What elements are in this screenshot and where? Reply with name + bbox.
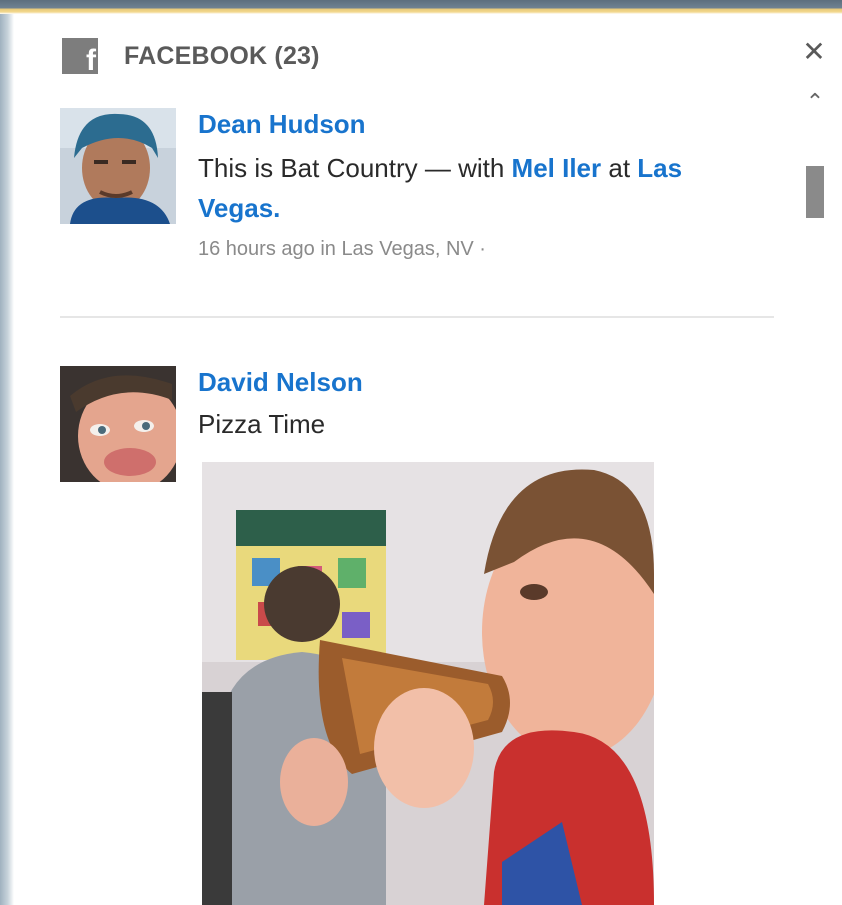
close-button[interactable]: ✕ (800, 38, 828, 66)
mention-link[interactable]: Mel Iler (512, 153, 602, 183)
scrollbar-thumb[interactable] (806, 166, 824, 218)
post-content: Dean Hudson This is Bat Country — with M… (198, 108, 718, 261)
post-photo[interactable] (202, 462, 654, 905)
panel-title: FACEBOOK (23) (124, 41, 320, 70)
panel-header: f FACEBOOK (23) (62, 36, 320, 76)
post-text: This is Bat Country — with Mel Iler at L… (198, 153, 683, 223)
post-divider (60, 316, 774, 318)
post-text: Pizza Time (198, 409, 326, 439)
post-content: David Nelson Pizza Time (198, 366, 718, 444)
post-author[interactable]: David Nelson (198, 366, 718, 398)
post-author[interactable]: Dean Hudson (198, 108, 718, 140)
window-top-edge (0, 0, 842, 14)
facebook-notification-panel: f FACEBOOK (23) ✕ ⌃ Dean Hudson This is … (14, 14, 842, 905)
avatar[interactable] (60, 108, 176, 224)
facebook-icon: f (62, 38, 98, 76)
avatar[interactable] (60, 366, 176, 482)
post-meta: 16 hours ago in Las Vegas, NV · (198, 238, 486, 260)
scroll-up-button[interactable]: ⌃ (802, 92, 828, 114)
